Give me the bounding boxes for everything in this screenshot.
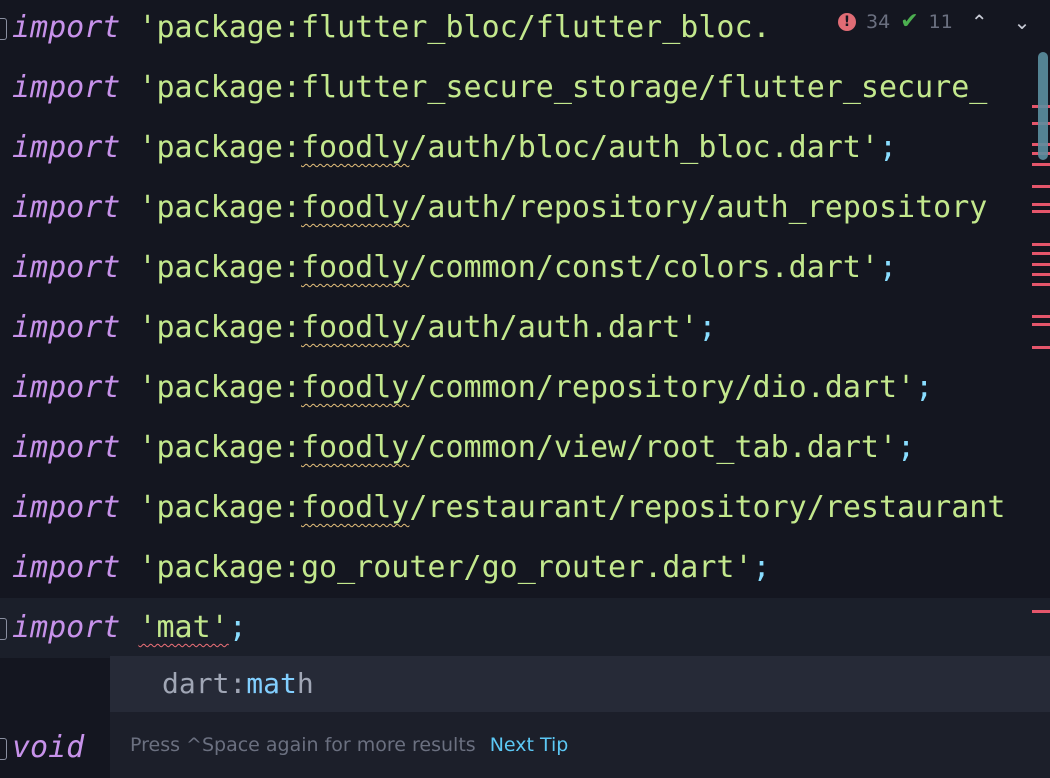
string-literal: 'package: [138,430,301,465]
string-literal: flutter_secure_storage/flutter_secure_ [301,70,988,105]
string-literal: 'package: [138,550,301,585]
error-count: 34 [866,11,891,33]
string-literal: /auth/repository/auth_repository [409,190,988,225]
completion-prefix: dart: [162,667,247,700]
string-literal: 'package: [138,70,301,105]
warning-package-name[interactable]: foodly [301,190,409,225]
string-literal: /common/view/root_tab.dart' [409,430,898,465]
string-literal: 'package: [138,10,301,45]
error-marker[interactable] [1032,315,1050,318]
inspection-widget[interactable]: ! 34 ✔ 11 ⌃ ⌄ [828,0,1050,44]
keyword: void [12,730,85,765]
code-line-3[interactable]: import 'package:foodly/auth/bloc/auth_bl… [0,118,1050,178]
error-marker[interactable] [1032,283,1050,286]
string-literal: /common/repository/dio.dart' [409,370,916,405]
semicolon: ; [698,310,717,345]
keyword: import [12,10,121,45]
semicolon: ; [228,610,247,645]
error-marker[interactable] [1032,163,1050,166]
fold-marker-icon[interactable] [0,738,7,760]
completion-hint: Press ^Space again for more results [130,734,476,756]
semicolon: ; [878,250,898,285]
chevron-down-icon[interactable]: ⌄ [1006,10,1039,34]
string-literal: 'package: [138,190,301,225]
code-line-10[interactable]: import 'package:go_router/go_router.dart… [0,538,1050,598]
code-line-4[interactable]: import 'package:foodly/auth/repository/a… [0,178,1050,238]
keyword: import [12,130,121,165]
string-literal: 'package: [138,310,301,345]
code-line-2[interactable]: import 'package:flutter_secure_storage/f… [0,58,1050,118]
error-marker[interactable] [1032,323,1050,326]
error-marker[interactable] [1032,185,1050,188]
code-line-7[interactable]: import 'package:foodly/common/repository… [0,358,1050,418]
code-line-5[interactable]: import 'package:foodly/common/const/colo… [0,238,1050,298]
warning-package-name[interactable]: foodly [301,370,409,405]
check-icon: ✔ [900,9,919,34]
code-line-current[interactable]: import 'mat'; [0,598,1050,658]
error-marker[interactable] [1032,252,1050,255]
warning-package-name[interactable]: foodly [301,430,409,465]
string-literal: go_router/go_router.dart' [301,550,753,585]
error-marker[interactable] [1032,263,1050,266]
completion-item[interactable]: dart:math [110,656,1050,712]
chevron-up-icon[interactable]: ⌃ [963,10,996,34]
string-literal: /restaurant/repository/restaurant [409,490,1006,525]
keyword: import [12,250,121,285]
keyword: import [12,490,121,525]
semicolon: ; [878,130,898,165]
string-literal: /auth/auth.dart' [409,310,699,345]
fold-marker-icon[interactable] [0,618,7,640]
error-marker[interactable] [1032,243,1050,246]
warning-package-name[interactable]: foodly [301,250,409,285]
string-literal: 'package: [138,490,301,525]
string-literal: 'package: [138,370,301,405]
code-line-6[interactable]: import 'package:foodly/auth/auth.dart'; [0,298,1050,358]
string-literal: 'package: [138,250,301,285]
string-literal: /auth/bloc/auth_bloc.dart' [409,130,879,165]
error-marker[interactable] [1032,610,1050,613]
completion-suffix: h [296,667,314,700]
error-marker[interactable] [1032,210,1050,213]
next-tip-link[interactable]: Next Tip [490,734,569,756]
string-literal: 'package: [138,130,301,165]
completion-match: mat [246,667,297,700]
scrollbar-thumb[interactable] [1038,52,1048,160]
error-string-literal[interactable]: 'mat' [138,610,228,645]
error-icon: ! [838,13,856,31]
error-marker[interactable] [1032,273,1050,276]
keyword: import [12,430,121,465]
warning-package-name[interactable]: foodly [301,490,409,525]
semicolon: ; [915,370,934,405]
completion-footer: Press ^Space again for more results Next… [110,712,1050,778]
keyword: import [12,190,121,225]
keyword: import [12,550,121,585]
keyword: import [12,70,121,105]
error-marker[interactable] [1032,203,1050,206]
fold-marker-icon[interactable] [0,18,7,40]
keyword: import [12,370,121,405]
warning-count: 11 [928,11,953,33]
keyword: import [12,610,121,645]
semicolon: ; [897,430,916,465]
keyword: import [12,310,121,345]
code-line-8[interactable]: import 'package:foodly/common/view/root_… [0,418,1050,478]
warning-package-name[interactable]: foodly [301,130,409,165]
error-marker[interactable] [1032,346,1050,349]
semicolon: ; [752,550,771,585]
completion-popup[interactable]: dart:math Press ^Space again for more re… [110,656,1050,778]
string-literal: flutter_bloc/flutter_bloc. [301,10,771,45]
string-literal: /common/const/colors.dart' [409,250,879,285]
warning-package-name[interactable]: foodly [301,310,409,345]
code-line-9[interactable]: import 'package:foodly/restaurant/reposi… [0,478,1050,538]
